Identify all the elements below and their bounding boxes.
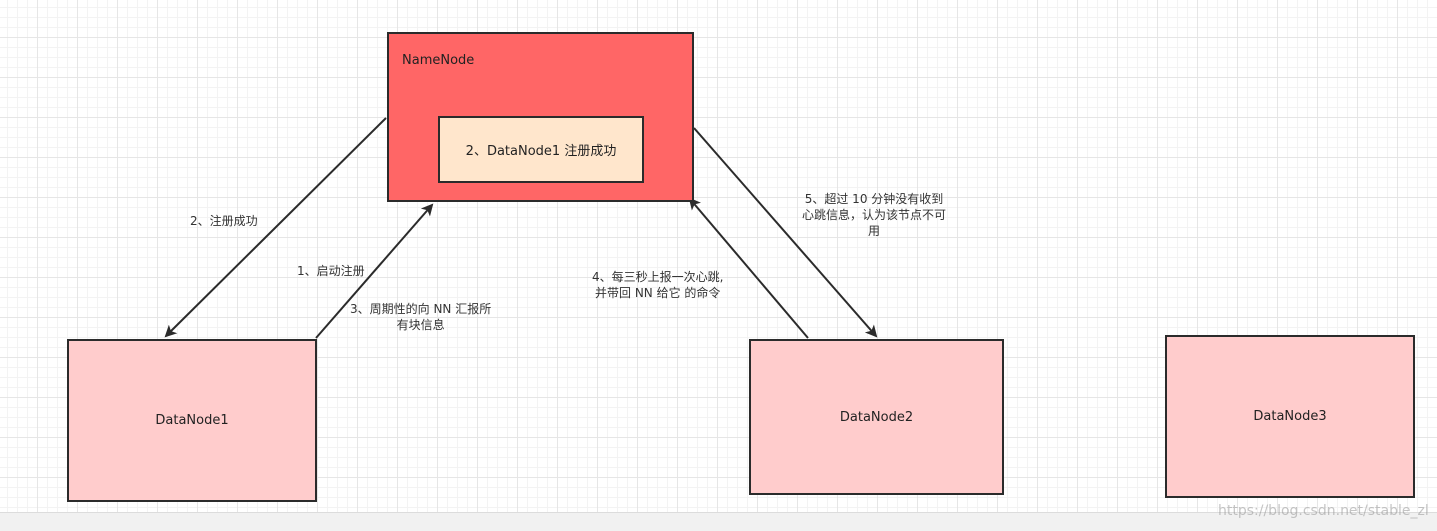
datanode2-label: DataNode2 [839,409,914,425]
heartbeat-line2: 并带回 NN 给它 的命令 [595,286,721,300]
report-blocks-line1: 3、周期性的向 NN 汇报所 [350,302,492,316]
namenode-register-status-label: 2、DataNode1 注册成功 [465,144,617,159]
datanode3-box: DataNode3 [1165,335,1415,498]
register-success-text: 2、注册成功 [190,214,258,228]
edge-label-start-register: 1、启动注册 [297,263,365,279]
timeout-line1: 5、超过 10 分钟没有收到 [804,192,944,206]
datanode3-label: DataNode3 [1253,409,1327,424]
namenode-title: NameNode [402,53,475,68]
report-blocks-line2: 有块信息 [396,318,445,332]
namenode-register-status-box: 2、DataNode1 注册成功 [438,116,644,183]
edge-label-report-blocks: 3、周期性的向 NN 汇报所 有块信息 [350,301,491,333]
timeout-line3: 用 [868,224,881,238]
timeout-line2: 心跳信息，认为该节点不可 [802,208,947,222]
edge-label-heartbeat: 4、每三秒上报一次心跳, 并带回 NN 给它 的命令 [592,269,723,301]
start-register-text: 1、启动注册 [297,264,365,278]
namenode-box: NameNode 2、DataNode1 注册成功 [387,32,694,202]
edge-label-timeout: 5、超过 10 分钟没有收到 心跳信息，认为该节点不可 用 [802,191,946,239]
heartbeat-line1: 4、每三秒上报一次心跳, [592,270,724,284]
edge-label-register-success: 2、注册成功 [190,213,258,229]
datanode1-label: DataNode1 [155,413,229,428]
datanode2-box: DataNode2 [749,339,1004,495]
watermark-text: https://blog.csdn.net/stable_zl [1218,503,1429,519]
datanode1-box: DataNode1 [67,339,317,502]
